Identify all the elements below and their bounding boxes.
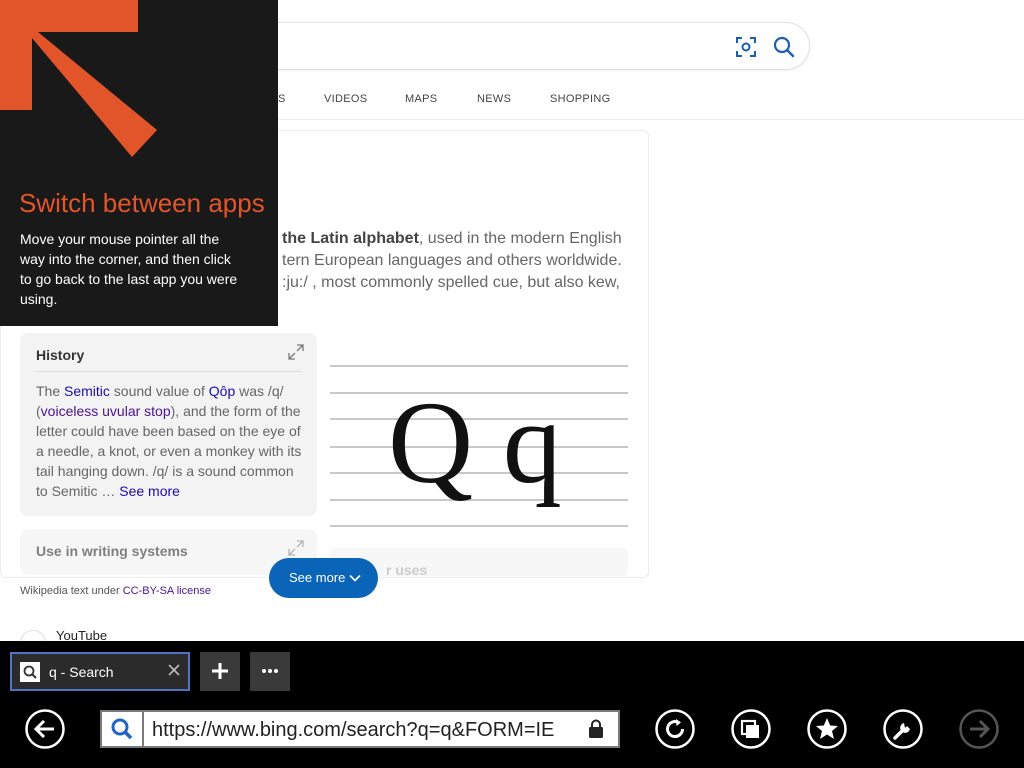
tab-search[interactable]: S (278, 93, 286, 105)
tools-icon[interactable] (883, 709, 923, 749)
tab-maps[interactable]: MAPS (405, 93, 437, 105)
tip-heading: Switch between apps (19, 188, 265, 218)
tip-line: Move your mouse pointer all the (20, 231, 220, 247)
tip-line: way into the corner, and then click (20, 251, 231, 267)
browser-app-bar: q - Search https://www.bing.com/search?q… (0, 641, 1024, 768)
refresh-icon[interactable] (655, 709, 695, 749)
voiceless-uvular-stop-link[interactable]: voiceless uvular stop (41, 403, 171, 419)
other-uses-title: r uses (386, 562, 428, 578)
history-line: letter could have been based on the eye … (36, 423, 301, 439)
tab-shopping[interactable]: SHOPPING (550, 93, 610, 105)
favorites-icon[interactable] (807, 709, 847, 749)
see-more-link[interactable]: See more (119, 483, 180, 499)
tabs-icon[interactable] (731, 709, 771, 749)
plus-icon (212, 663, 228, 679)
browser-window: S VIDEOS MAPS NEWS SHOPPING the Latin al… (0, 0, 1024, 768)
history-line: (voiceless uvular stop), and the form of… (36, 403, 301, 419)
qop-link[interactable]: Qôp (209, 383, 235, 399)
q-letters: Q q (388, 377, 562, 508)
tip-line: using. (20, 291, 58, 307)
search-icon (23, 665, 37, 679)
expand-icon[interactable] (288, 344, 304, 360)
see-more-label: See more (289, 570, 346, 585)
expand-icon[interactable] (288, 540, 304, 556)
tab-q-search[interactable]: q - Search (10, 652, 190, 691)
forward-icon[interactable] (959, 709, 999, 749)
address-bar[interactable]: https://www.bing.com/search?q=q&FORM=IE (100, 710, 620, 748)
history-title: History (36, 347, 85, 363)
url-field[interactable]: https://www.bing.com/search?q=q&FORM=IE (152, 719, 572, 742)
more-icon (262, 669, 278, 673)
tab-options-button[interactable] (250, 652, 290, 691)
history-line: tail hanging down. /q/ is a sound common (36, 463, 294, 479)
close-icon[interactable] (166, 662, 182, 678)
tab-videos[interactable]: VIDEOS (324, 93, 367, 105)
license-prefix: Wikipedia text under (20, 585, 123, 597)
back-icon[interactable] (25, 709, 65, 749)
switch-apps-tip: Switch between apps Move your mouse poin… (0, 0, 278, 326)
search-icon (111, 718, 133, 740)
corner-arrow-icon (0, 0, 157, 157)
visual-search-icon[interactable] (734, 35, 758, 59)
letter-q-image[interactable]: Q q (330, 333, 628, 533)
see-more-button[interactable]: See more (269, 558, 378, 598)
chevron-down-icon (349, 574, 361, 582)
license-link[interactable]: CC-BY-SA license (123, 585, 211, 597)
semitic-link[interactable]: Semitic (64, 383, 110, 399)
search-icon[interactable] (772, 35, 796, 59)
history-line: to Semitic … See more (36, 483, 180, 499)
desc-line: tern European languages and others world… (282, 252, 622, 269)
tab-label: q - Search (49, 664, 114, 680)
tab-news[interactable]: NEWS (477, 93, 511, 105)
writing-systems-title: Use in writing systems (36, 543, 188, 559)
divider (36, 371, 302, 372)
license-note: Wikipedia text under CC-BY-SA license (20, 585, 211, 597)
history-line: The Semitic sound value of Qôp was /q/ (36, 383, 284, 399)
desc-line: :ju:/ , most commonly spelled cue, but a… (282, 274, 620, 291)
new-tab-button[interactable] (200, 652, 240, 691)
search-input[interactable] (200, 22, 810, 70)
history-line: a needle, a knot, or even a monkey with … (36, 443, 302, 459)
lock-icon (589, 719, 603, 738)
tab-favicon (20, 662, 40, 682)
tip-line: to go back to the last app you were (20, 271, 238, 287)
history-section: History The Semitic sound value of Qôp w… (20, 333, 317, 516)
desc-line: the Latin alphabet, used in the modern E… (282, 230, 622, 247)
address-search-icon (102, 712, 142, 746)
